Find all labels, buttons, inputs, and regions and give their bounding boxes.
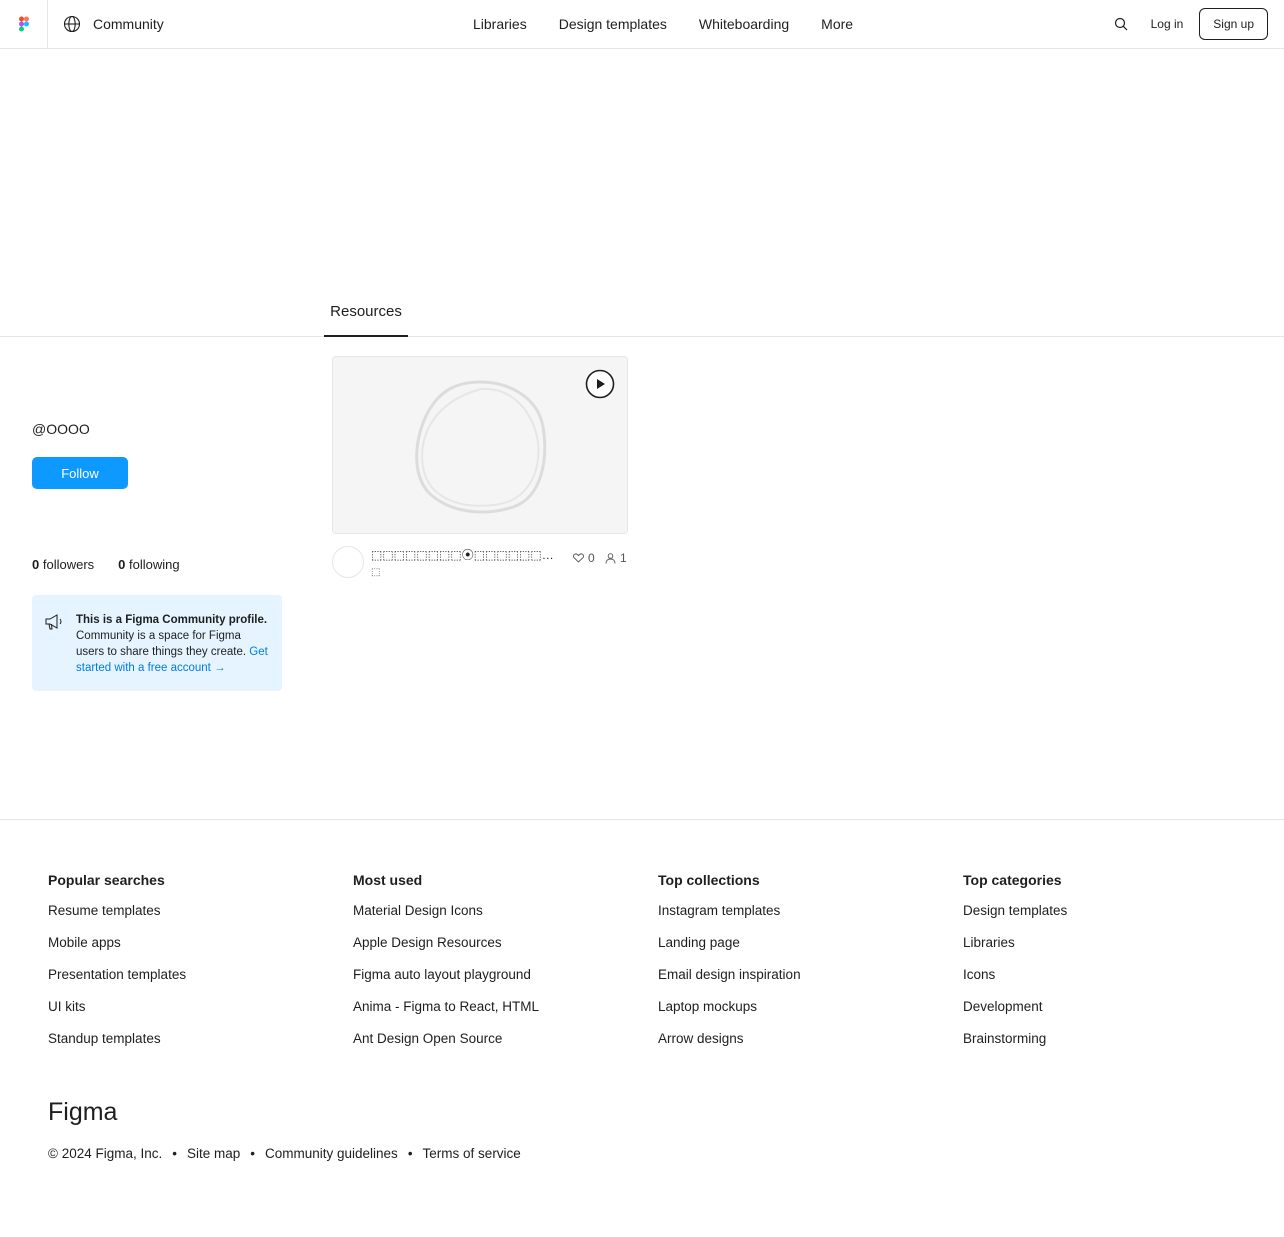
community-info-box: This is a Figma Community profile. Commu… [32,595,282,691]
footer-link[interactable]: Design templates [963,904,1067,936]
footer-link[interactable]: Landing page [658,936,801,968]
separator-dot: • [250,1146,255,1161]
nav-whiteboarding[interactable]: Whiteboarding [699,16,789,32]
footer-col-popular-searches: Popular searches Resume templates Mobile… [48,872,186,1064]
nav-more[interactable]: More [821,16,853,32]
terms-link[interactable]: Terms of service [423,1146,521,1161]
user-count: 1 [605,551,627,565]
resource-preview-image [415,380,547,514]
follow-stats: 0 followers 0 following [32,557,180,572]
footer-link[interactable]: Development [963,1000,1067,1032]
search-icon [1114,17,1128,31]
following-label: following [129,557,180,572]
copyright: © 2024 Figma, Inc. [48,1146,163,1161]
footer-link[interactable]: Ant Design Open Source [353,1032,539,1064]
login-link[interactable]: Log in [1151,17,1184,31]
separator-dot: • [407,1146,413,1161]
footer-link[interactable]: UI kits [48,1000,186,1032]
footer-link[interactable]: Mobile apps [48,936,186,968]
legal-links: © 2024 Figma, Inc. • Site map • Communit… [48,1146,521,1161]
like-count[interactable]: 0 [573,551,595,565]
author-avatar[interactable] [332,546,364,578]
megaphone-icon [45,614,62,630]
resource-author[interactable]: ⬚ [371,567,380,578]
footer-heading: Most used [353,872,423,888]
profile-handle: @OOOO [32,421,90,437]
nav-libraries[interactable]: Libraries [473,16,527,32]
info-box-title: This is a Figma Community profile. [76,614,268,626]
footer-heading: Top categories [963,872,1062,888]
footer-link[interactable]: Material Design Icons [353,904,539,936]
separator-dot: • [172,1146,177,1161]
footer-link[interactable]: Figma auto layout playground [353,968,539,1000]
following-stat[interactable]: 0 following [118,557,179,572]
site-footer: Popular searches Resume templates Mobile… [0,819,1284,1237]
follow-button[interactable]: Follow [32,457,128,489]
followers-label: followers [42,557,95,572]
figma-logo[interactable] [0,0,48,48]
footer-link[interactable]: Anima - Figma to React, HTML [353,1000,539,1032]
search-button[interactable] [1109,12,1133,36]
footer-heading: Popular searches [48,872,165,888]
footer-link[interactable]: Email design inspiration [658,968,801,1000]
footer-link[interactable]: Apple Design Resources [353,936,539,968]
community-guidelines-link[interactable]: Community guidelines [265,1146,398,1161]
tab-resources[interactable]: Resources [324,296,408,337]
footer-col-top-categories: Top categories Design templates Librarie… [963,872,1067,1064]
footer-heading: Top collections [658,872,760,888]
main-nav: Libraries Design templates Whiteboarding… [473,0,853,48]
footer-link[interactable]: Libraries [963,936,1067,968]
figma-logo-icon [18,16,29,32]
resource-meta: ⬚⬚⬚⬚⬚⬚⬚⬚⦿⬚⬚⬚⬚⬚⬚⬚⬚⬚⬚⬚⬚⬚⬚... ⬚ 0 1 [332,546,628,580]
nav-design-templates[interactable]: Design templates [559,16,667,32]
footer-col-top-collections: Top collections Instagram templates Land… [658,872,801,1064]
header-actions: Log in Sign up [1109,0,1268,48]
signup-button[interactable]: Sign up [1199,8,1268,40]
footer-link[interactable]: Arrow designs [658,1032,801,1064]
community-label: Community [93,16,164,32]
sitemap-link[interactable]: Site map [187,1146,240,1161]
footer-link[interactable]: Standup templates [48,1032,186,1064]
figma-wordmark[interactable]: Figma [48,1098,128,1128]
person-icon [605,552,616,564]
footer-col-most-used: Most used Material Design Icons Apple De… [353,872,539,1064]
play-icon[interactable] [585,369,615,399]
followers-stat[interactable]: 0 followers [32,557,94,572]
globe-icon [63,15,81,33]
footer-link[interactable]: Laptop mockups [658,1000,801,1032]
footer-link[interactable]: Icons [963,968,1067,1000]
community-link[interactable]: Community [63,15,164,33]
top-header: Community Libraries Design templates Whi… [0,0,1284,49]
footer-link[interactable]: Resume templates [48,904,186,936]
wordmark-text: Figma [48,1098,118,1126]
footer-link[interactable]: Instagram templates [658,904,801,936]
resource-title[interactable]: ⬚⬚⬚⬚⬚⬚⬚⬚⦿⬚⬚⬚⬚⬚⬚⬚⬚⬚⬚⬚⬚⬚⬚... [371,546,557,563]
resource-thumbnail[interactable] [332,356,628,534]
footer-link[interactable]: Brainstorming [963,1032,1067,1064]
following-count: 0 [118,557,126,572]
user-count-value: 1 [620,551,627,565]
info-box-text: Community is a space for Figma users to … [76,630,247,658]
like-count-value: 0 [588,551,595,565]
footer-link[interactable]: Presentation templates [48,968,186,1000]
profile-tabs: Resources [0,296,1284,337]
heart-icon [573,553,584,563]
followers-count: 0 [32,557,40,572]
